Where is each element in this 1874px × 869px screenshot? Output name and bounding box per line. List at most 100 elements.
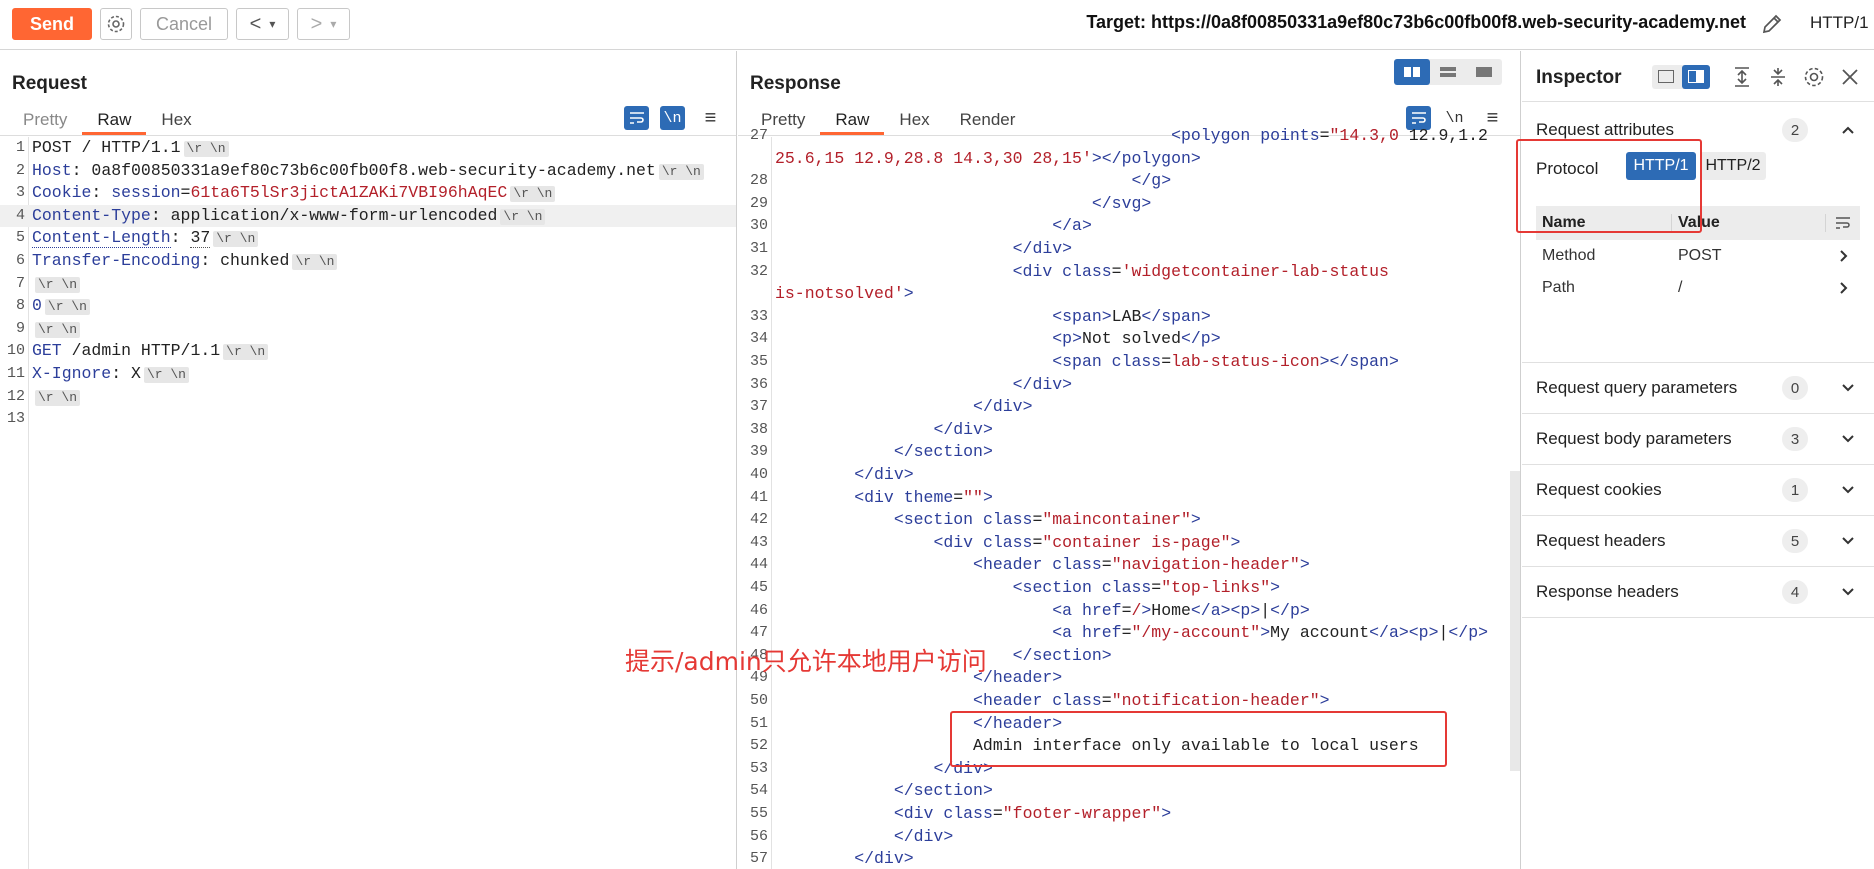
code-line[interactable]: 44 <header class="navigation-header">	[738, 554, 1520, 577]
code-line[interactable]: 9 \r \n	[0, 318, 736, 341]
code-line[interactable]: 54 </section>	[738, 780, 1520, 803]
line-number: 53	[749, 759, 768, 777]
code-line[interactable]: 37 </div>	[738, 396, 1520, 419]
layout-stacked-button[interactable]	[1430, 59, 1466, 85]
code-line[interactable]: 1 POST / HTTP/1.1 \r \n	[0, 137, 736, 160]
code-line[interactable]: 43 <div class="container is-page">	[738, 532, 1520, 555]
tag-name: <section	[893, 510, 974, 530]
query-params-section[interactable]: Request query parameters 0	[1522, 363, 1874, 414]
forward-button[interactable]: > ▾	[297, 8, 350, 40]
section-count: 0	[1782, 376, 1808, 400]
layout-side-by-side-button[interactable]	[1394, 59, 1430, 85]
chevron-down-icon[interactable]	[1840, 431, 1856, 447]
response-headers-section[interactable]: Response headers 4	[1522, 567, 1874, 618]
code-line[interactable]: 56 </div>	[738, 826, 1520, 849]
code-line[interactable]: 50 <header class="notification-header">	[738, 690, 1520, 713]
tag-close: >	[903, 465, 914, 484]
response-scrollbar[interactable]	[1510, 471, 1520, 771]
code-line[interactable]: 42 <section class="maincontainer">	[738, 509, 1520, 532]
code-line[interactable]: 13	[0, 408, 736, 431]
code-line[interactable]: 55 <div class="footer-wrapper">	[738, 803, 1520, 826]
tab-raw[interactable]: Raw	[82, 107, 147, 135]
header-separator: :	[111, 364, 132, 383]
back-dropdown-icon[interactable]: ▾	[269, 17, 275, 31]
send-button[interactable]: Send	[12, 8, 92, 40]
tag-close: >	[1398, 623, 1409, 643]
request-headers-section[interactable]: Request headers 5	[1522, 516, 1874, 567]
code-line[interactable]: 4 Content-Type: application/x-www-form-ur…	[0, 204, 736, 228]
section-count: 1	[1782, 478, 1808, 502]
request-attributes-title[interactable]: Request attributes	[1536, 120, 1674, 140]
inspector-left-layout-icon[interactable]	[1658, 70, 1674, 83]
line-text: <p>Not solved</p>	[775, 328, 1220, 351]
code-line[interactable]: 8 0 \r \n	[0, 295, 736, 318]
tab-pretty[interactable]: Pretty	[8, 107, 82, 135]
code-line[interactable]: 38 </div>	[738, 419, 1520, 442]
code-line[interactable]: 35 <span class=lab-status-icon></span>	[738, 351, 1520, 374]
settings-button[interactable]	[100, 8, 132, 40]
code-line[interactable]: 10 GET /admin HTTP/1.1 \r \n	[0, 340, 736, 363]
inspector-right-layout-icon[interactable]	[1682, 65, 1710, 89]
protocol-indicator[interactable]: HTTP/1	[1810, 13, 1869, 33]
tag-close: >	[1270, 578, 1281, 597]
code-line[interactable]: 28 </g>	[738, 170, 1520, 193]
layout-tabs-button[interactable]	[1466, 59, 1502, 85]
text: Home	[1151, 600, 1191, 620]
cancel-button[interactable]: Cancel	[140, 8, 228, 40]
crlf-marker: \r \n	[35, 389, 81, 406]
chevron-down-icon[interactable]	[1840, 380, 1856, 396]
code-line[interactable]: 7 \r \n	[0, 273, 736, 296]
text	[1092, 578, 1102, 597]
close-icon[interactable]	[1838, 65, 1862, 89]
code-line[interactable]: 34 <p>Not solved</p>	[738, 328, 1520, 351]
line-number: 51	[749, 714, 768, 732]
chevron-down-icon[interactable]	[1840, 482, 1856, 498]
chevron-down-icon[interactable]	[1840, 533, 1856, 549]
back-button[interactable]: < ▾	[236, 8, 289, 40]
forward-dropdown-icon[interactable]: ▾	[330, 17, 336, 31]
table-row[interactable]: Method POST	[1536, 240, 1860, 272]
code-line[interactable]: 39 </section>	[738, 441, 1520, 464]
code-line[interactable]: 27 <polygon points="14.3,0 12.9,1.2	[738, 125, 1520, 148]
request-title: Request	[12, 73, 87, 94]
code-line[interactable]: 5 Content-Length: 37 \r \n	[0, 227, 736, 250]
collapse-all-icon[interactable]	[1766, 65, 1790, 89]
code-line[interactable]: 45 <section class="top-links">	[738, 577, 1520, 600]
table-row[interactable]: Path /	[1536, 272, 1860, 304]
code-line[interactable]: 41 <div theme="">	[738, 487, 1520, 510]
expand-all-icon[interactable]	[1730, 65, 1754, 89]
show-newlines-button[interactable]: \n	[660, 106, 685, 130]
code-line[interactable]: 12 \r \n	[0, 386, 736, 409]
code-line[interactable]: 36 </div>	[738, 374, 1520, 397]
code-line[interactable]: 57 </div>	[738, 848, 1520, 869]
line-number: 30	[749, 217, 768, 235]
code-line[interactable]: is-notsolved'>	[738, 283, 1520, 306]
wrap-lines-button[interactable]	[624, 106, 649, 130]
body-params-section[interactable]: Request body parameters 3	[1522, 414, 1874, 465]
code-line[interactable]: 46 <a href=/>Home</a><p>|</p>	[738, 600, 1520, 623]
code-line[interactable]: 29 </svg>	[738, 193, 1520, 216]
header-separator: :	[170, 228, 191, 248]
protocol-http2-button[interactable]: HTTP/2	[1700, 152, 1766, 180]
code-line[interactable]: 40 </div>	[738, 464, 1520, 487]
edit-target-icon[interactable]	[1760, 12, 1784, 36]
chevron-down-icon[interactable]	[1840, 584, 1856, 600]
code-line[interactable]: 31 </div>	[738, 238, 1520, 261]
request-menu-button[interactable]: ≡	[698, 106, 723, 130]
code-line[interactable]: 33 <span>LAB</span>	[738, 306, 1520, 329]
code-line[interactable]: 2 Host: 0a8f00850331a9ef80c73b6c00fb00f8.…	[0, 160, 736, 183]
chevron-right-icon[interactable]	[1826, 280, 1860, 296]
table-wrap-button[interactable]	[1826, 216, 1860, 230]
chevron-up-icon[interactable]	[1840, 122, 1856, 138]
code-line[interactable]: 11 X-Ignore: X \r \n	[0, 363, 736, 386]
request-editor[interactable]: 1 POST / HTTP/1.1 \r \n 2 Host: 0a8f00850331…	[0, 137, 736, 869]
cookies-section[interactable]: Request cookies 1	[1522, 465, 1874, 516]
code-line[interactable]: 30 </a>	[738, 215, 1520, 238]
chevron-right-icon[interactable]	[1826, 248, 1860, 264]
tab-hex[interactable]: Hex	[146, 107, 206, 135]
code-line[interactable]: 25.6,15 12.9,28.8 14.3,30 28,15'></polyg…	[738, 148, 1520, 171]
gear-icon[interactable]	[1802, 65, 1826, 89]
code-line[interactable]: 3 Cookie: session=61ta6T5lSr3jictA1ZAKi7V…	[0, 182, 736, 205]
code-line[interactable]: 32 <div class='widgetcontainer-lab-statu…	[738, 261, 1520, 284]
code-line[interactable]: 6 Transfer-Encoding: chunked \r \n	[0, 250, 736, 273]
